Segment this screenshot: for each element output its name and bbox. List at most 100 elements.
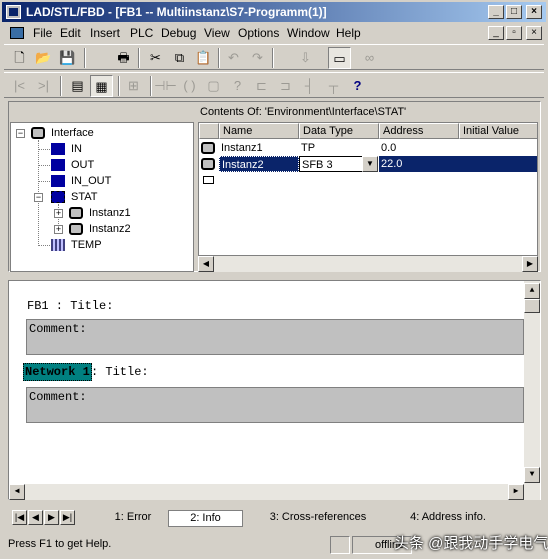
network-start-icon[interactable]: |<: [8, 75, 31, 97]
ladder-coil-icon[interactable]: ( ): [178, 75, 201, 97]
tree-item-in[interactable]: IN: [71, 143, 82, 155]
block-icon: [31, 127, 45, 139]
collapse-interface-toggle[interactable]: −: [16, 129, 25, 138]
menu-edit[interactable]: Edit: [60, 26, 81, 40]
cell-address[interactable]: 0.0: [379, 140, 459, 156]
new-network-icon[interactable]: ⊞: [122, 75, 145, 97]
tree-item-instanz1[interactable]: Instanz1: [89, 207, 131, 219]
column-header-address[interactable]: Address: [379, 123, 459, 139]
close-button[interactable]: ×: [526, 5, 542, 19]
editor-vertical-scrollbar[interactable]: ▲ ▼: [524, 281, 540, 500]
column-header-data-type[interactable]: Data Type: [299, 123, 379, 139]
tab-last-icon[interactable]: ▶|: [60, 510, 75, 525]
window-title: LAD/STL/FBD - [FB1 -- Multiinstanz\S7-Pr…: [26, 5, 327, 19]
instance-icon: [69, 223, 83, 235]
expand-instanz1-toggle[interactable]: +: [54, 209, 63, 218]
close-branch-icon[interactable]: ⊐: [274, 75, 297, 97]
mdi-restore-button[interactable]: ▫: [506, 26, 522, 40]
cell-name[interactable]: Instanz2: [219, 156, 299, 172]
new-icon[interactable]: 🗋: [8, 47, 31, 69]
code-editor[interactable]: FB1 : Title: Comment: Network 1 : Title:…: [8, 280, 541, 500]
scroll-thumb[interactable]: [524, 299, 540, 313]
scroll-left-icon[interactable]: ◀: [198, 256, 214, 272]
menu-options[interactable]: Options: [238, 26, 279, 40]
branch-icon[interactable]: ?: [226, 75, 249, 97]
details-icon[interactable]: ▦: [90, 75, 113, 97]
glasses-icon[interactable]: ∞: [358, 47, 381, 69]
open-icon[interactable]: 📂: [32, 47, 55, 69]
toolbar-separator: [84, 48, 86, 68]
copy-icon[interactable]: ⧉: [168, 47, 191, 69]
paste-icon[interactable]: 📋: [192, 47, 215, 69]
network-title[interactable]: : Title:: [91, 365, 149, 379]
document-menu-icon[interactable]: [10, 27, 24, 39]
whats-this-icon[interactable]: ?: [346, 75, 369, 97]
scroll-right-icon[interactable]: ▶: [508, 484, 524, 500]
scroll-right-icon[interactable]: ▶: [522, 256, 538, 272]
tree-item-instanz2[interactable]: Instanz2: [89, 223, 131, 235]
connection-icon[interactable]: ┤: [298, 75, 321, 97]
tree-item-in-out[interactable]: IN_OUT: [71, 175, 111, 187]
menu-file[interactable]: File: [33, 26, 52, 40]
tree-item-stat[interactable]: STAT: [71, 191, 97, 203]
menu-plc[interactable]: PLC: [130, 26, 153, 40]
block-comment-box[interactable]: Comment:: [26, 319, 524, 355]
box-icon[interactable]: ▢: [202, 75, 225, 97]
undo-icon[interactable]: ↶: [222, 47, 245, 69]
save-icon[interactable]: 💾: [56, 47, 79, 69]
mdi-minimize-button[interactable]: _: [488, 26, 504, 40]
row-header-corner: [199, 123, 219, 139]
overview-icon[interactable]: ▤: [66, 75, 89, 97]
column-header-name[interactable]: Name: [219, 123, 299, 139]
print-icon[interactable]: 🖶: [112, 47, 135, 69]
chevron-down-icon[interactable]: ▼: [362, 156, 378, 172]
tree-item-interface[interactable]: Interface: [51, 127, 94, 139]
scroll-down-icon[interactable]: ▼: [524, 467, 540, 483]
scroll-left-icon[interactable]: ◀: [9, 484, 25, 500]
instance-icon: [201, 142, 215, 154]
tab-cross-references[interactable]: 3: Cross-references: [253, 510, 383, 527]
parallel-icon[interactable]: ┬: [322, 75, 345, 97]
open-branch-icon[interactable]: ⊏: [250, 75, 273, 97]
table-horizontal-scrollbar[interactable]: ◀ ▶: [198, 256, 538, 272]
cell-initial-value[interactable]: [459, 140, 537, 156]
block-title[interactable]: FB1 : Title:: [27, 299, 113, 313]
tab-first-icon[interactable]: |◀: [12, 510, 27, 525]
editor-horizontal-scrollbar[interactable]: ◀ ▶: [9, 484, 524, 500]
network-label[interactable]: Network 1: [23, 363, 92, 381]
menu-insert[interactable]: Insert: [90, 26, 120, 40]
download-icon[interactable]: ⇩: [294, 47, 317, 69]
interface-tree[interactable]: − Interface IN OUT IN_OUT − STAT + Insta…: [10, 122, 194, 272]
menu-debug[interactable]: Debug: [161, 26, 196, 40]
tab-error[interactable]: 1: Error: [98, 510, 168, 527]
data-type-combo-input[interactable]: SFB 3: [299, 156, 363, 172]
ladder-contact-icon[interactable]: ⊣⊢: [154, 75, 177, 97]
network-end-icon[interactable]: >|: [32, 75, 55, 97]
tab-next-icon[interactable]: ▶: [44, 510, 59, 525]
pin-icon: [51, 175, 65, 187]
tree-item-temp[interactable]: TEMP: [71, 239, 102, 251]
menu-window[interactable]: Window: [287, 26, 330, 40]
tree-item-out[interactable]: OUT: [71, 159, 94, 171]
tab-info[interactable]: 2: Info: [168, 510, 243, 527]
cell-address[interactable]: 22.0: [379, 156, 537, 172]
cell-name[interactable]: Instanz1: [219, 140, 299, 156]
expand-instanz2-toggle[interactable]: +: [54, 225, 63, 234]
tab-prev-icon[interactable]: ◀: [28, 510, 43, 525]
collapse-stat-toggle[interactable]: −: [34, 193, 43, 202]
maximize-button[interactable]: □: [506, 5, 522, 19]
cell-data-type[interactable]: TP: [299, 140, 379, 156]
column-header-initial-value[interactable]: Initial Value: [459, 123, 537, 139]
network-comment-box[interactable]: Comment:: [26, 387, 524, 423]
mdi-close-button[interactable]: ×: [526, 26, 542, 40]
scroll-up-icon[interactable]: ▲: [524, 283, 540, 299]
monitor-icon[interactable]: ▭: [328, 47, 351, 69]
redo-icon[interactable]: ↷: [246, 47, 269, 69]
minimize-button[interactable]: _: [488, 5, 504, 19]
declaration-table[interactable]: Name Data Type Address Initial Value Ins…: [198, 122, 538, 256]
cut-icon[interactable]: ✂: [144, 47, 167, 69]
menu-help[interactable]: Help: [336, 26, 361, 40]
instance-icon: [69, 207, 83, 219]
tab-address-info[interactable]: 4: Address info.: [393, 510, 503, 527]
menu-view[interactable]: View: [204, 26, 230, 40]
